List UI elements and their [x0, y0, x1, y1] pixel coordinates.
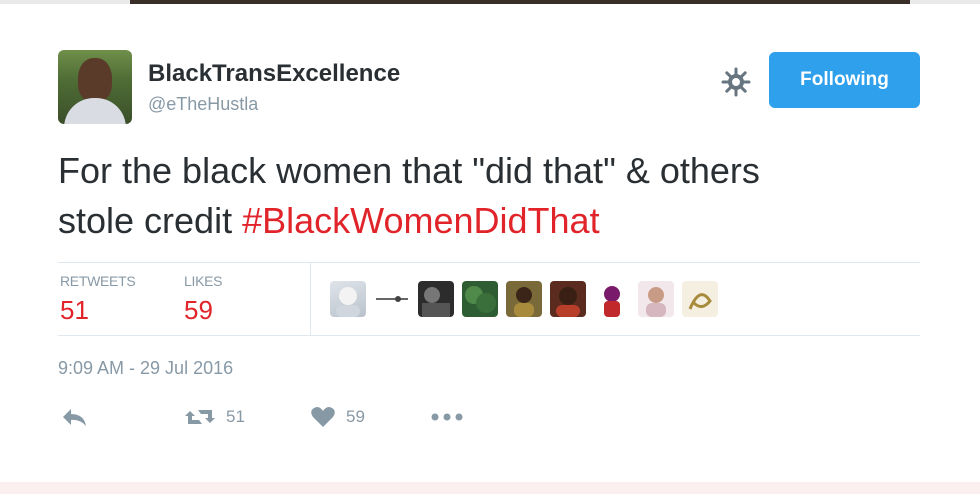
retweet-action[interactable]: 51 — [184, 402, 245, 432]
avatar-face — [78, 58, 112, 102]
profile-avatar[interactable] — [58, 50, 132, 124]
liker-avatar-4-art — [465, 286, 496, 313]
liker-avatar-3[interactable] — [418, 281, 454, 317]
bottom-strip — [0, 482, 980, 494]
like-count: 59 — [346, 407, 365, 426]
stats-divider — [310, 263, 311, 335]
likes-label: LIKES — [184, 273, 223, 289]
liker-avatar-1-art — [336, 287, 360, 317]
retweets-stat[interactable]: RETWEETS 51 — [60, 273, 136, 326]
liker-avatar-7[interactable] — [594, 281, 630, 317]
tweet-text: For the black women that "did that" & ot… — [58, 146, 918, 246]
liker-avatar-2[interactable] — [374, 281, 410, 317]
heart-icon — [311, 407, 335, 427]
likes-count: 59 — [184, 295, 213, 325]
liker-avatar-6-art — [556, 287, 580, 317]
liker-avatar-4[interactable] — [462, 281, 498, 317]
likes-stat[interactable]: LIKES 59 — [184, 273, 223, 326]
more-action[interactable] — [430, 402, 464, 432]
tweet-stats: RETWEETS 51 LIKES 59 — [58, 262, 920, 336]
hashtag-link[interactable]: #BlackWomenDidThat — [242, 200, 600, 241]
avatar-shirt — [64, 98, 126, 124]
liker-avatar-8[interactable] — [638, 281, 674, 317]
more-icon — [431, 413, 463, 421]
liker-avatar-6[interactable] — [550, 281, 586, 317]
reply-icon — [63, 409, 86, 426]
liker-avatar-9-art — [688, 293, 712, 310]
following-button[interactable]: Following — [769, 52, 920, 108]
display-name[interactable]: BlackTransExcellence — [148, 60, 400, 88]
retweets-count: 51 — [60, 295, 89, 325]
tweet-actions: 51 59 — [58, 402, 478, 432]
liker-avatar-5-art — [514, 287, 534, 317]
retweet-icon — [185, 410, 215, 424]
liker-avatar-3-art — [422, 287, 450, 317]
retweet-count: 51 — [226, 407, 245, 426]
tweet-text-line1: For the black women that "did that" & ot… — [58, 150, 760, 191]
liker-avatar-7-art — [604, 286, 620, 317]
liker-avatar-9[interactable] — [682, 281, 718, 317]
user-handle[interactable]: @eTheHustla — [148, 94, 258, 115]
liker-avatar-5[interactable] — [506, 281, 542, 317]
tweet-timestamp[interactable]: 9:09 AM - 29 Jul 2016 — [58, 358, 233, 379]
gear-icon[interactable] — [720, 66, 752, 98]
liker-avatar-1[interactable] — [330, 281, 366, 317]
like-action[interactable]: 59 — [310, 402, 365, 432]
reply-action[interactable] — [60, 402, 88, 432]
tweet-card: BlackTransExcellence @eTheHustla Followi… — [0, 4, 980, 482]
liker-avatar-8-art — [646, 287, 666, 317]
retweets-label: RETWEETS — [60, 273, 136, 289]
liker-avatar-2-art — [376, 296, 408, 302]
tweet-text-line2: stole credit — [58, 200, 243, 241]
